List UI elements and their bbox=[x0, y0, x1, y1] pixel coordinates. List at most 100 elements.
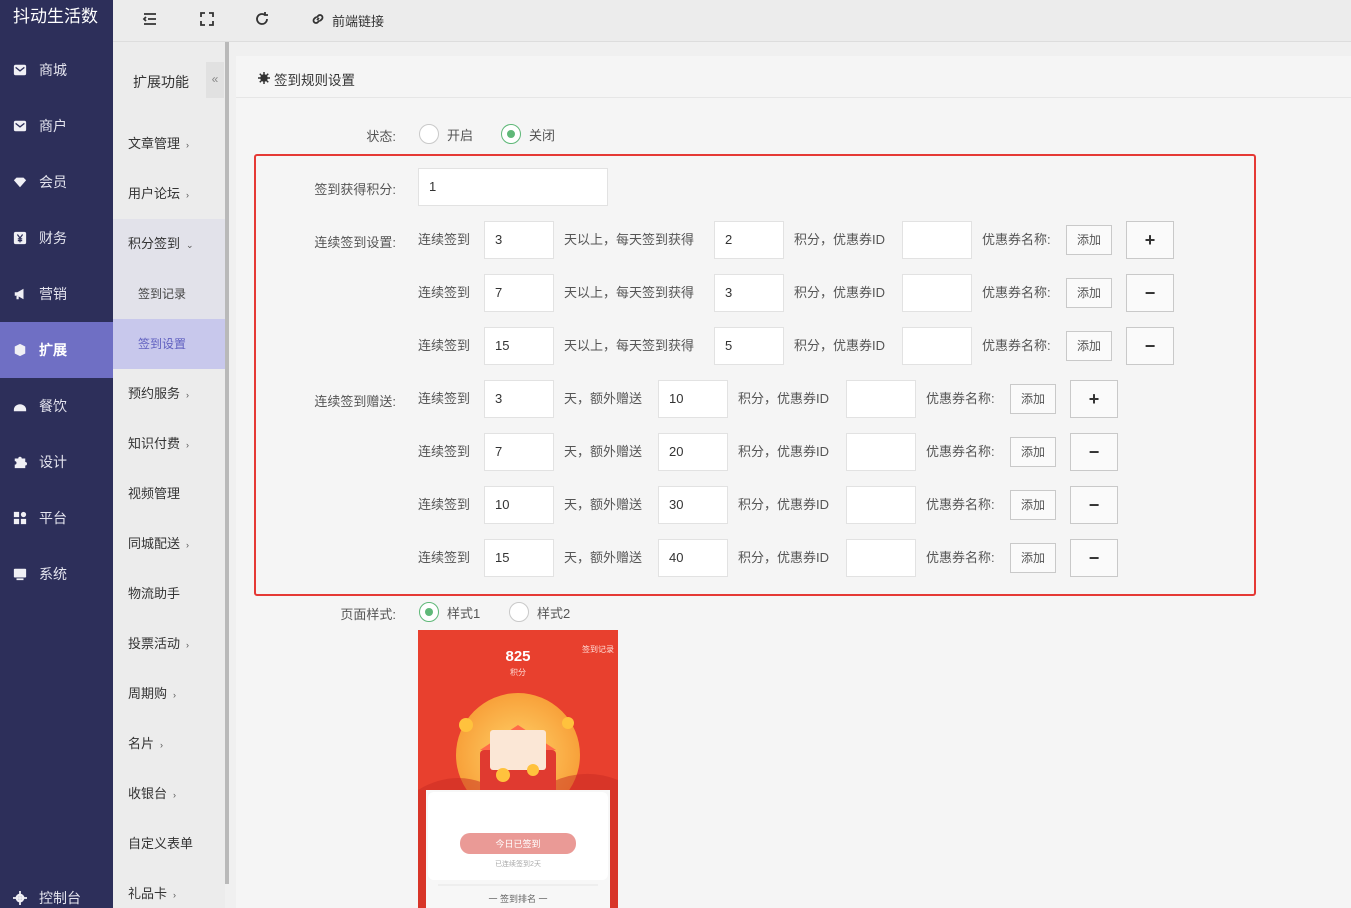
mail-icon bbox=[13, 119, 27, 133]
submenu-item-label: 礼品卡 bbox=[128, 886, 168, 901]
submenu-item-local-delivery[interactable]: 同城配送 › bbox=[113, 519, 225, 569]
submenu-item-label: 名片 bbox=[128, 736, 155, 751]
submenu-title: 扩展功能 bbox=[133, 74, 189, 90]
chevron-right-icon: › bbox=[186, 640, 190, 650]
sidebar-item-label: 设计 bbox=[39, 454, 67, 470]
sidebar-item-label: 商城 bbox=[39, 62, 67, 78]
sidebar-item-label: 营销 bbox=[39, 286, 67, 302]
submenu-item-booking[interactable]: 预约服务 › bbox=[113, 369, 225, 419]
submenu-item-cashier[interactable]: 收银台 › bbox=[113, 769, 225, 819]
gear-icon bbox=[258, 71, 274, 87]
submenu-item-label: 签到记录 bbox=[138, 287, 187, 301]
submenu-item-label: 同城配送 bbox=[128, 536, 181, 551]
sidebar-item-platform[interactable]: 平台 bbox=[0, 490, 113, 546]
chevron-right-icon: › bbox=[186, 390, 190, 400]
submenu-item-label: 投票活动 bbox=[128, 636, 181, 651]
submenu-item-business-card[interactable]: 名片 › bbox=[113, 719, 225, 769]
highlight-box bbox=[254, 154, 1256, 596]
submenu-item-voting[interactable]: 投票活动 › bbox=[113, 619, 225, 669]
chevron-right-icon: › bbox=[173, 690, 177, 700]
submenu-item-label: 周期购 bbox=[128, 686, 168, 701]
submenu-item-label: 用户论坛 bbox=[128, 186, 181, 201]
panel-title-text: 签到规则设置 bbox=[274, 73, 355, 88]
page-style-label: 页面样式: bbox=[340, 607, 396, 622]
radio-circle-checked bbox=[419, 602, 439, 622]
app-logo-title: 抖动生活数 bbox=[13, 7, 98, 26]
submenu-item-video[interactable]: 视频管理 bbox=[113, 469, 225, 519]
submenu-item-label: 视频管理 bbox=[128, 486, 181, 501]
sidebar-item-member[interactable]: 会员 bbox=[0, 154, 113, 210]
submenu-item-label: 签到设置 bbox=[138, 337, 187, 351]
sidebar-item-label: 商户 bbox=[39, 118, 67, 134]
submenu-item-label: 收银台 bbox=[128, 786, 168, 801]
chevron-right-icon: › bbox=[160, 740, 164, 750]
chevron-right-icon: › bbox=[186, 190, 190, 200]
diamond-icon bbox=[13, 175, 27, 189]
frontend-link-label: 前端链接 bbox=[332, 13, 385, 29]
sidebar-item-system[interactable]: 系统 bbox=[0, 546, 113, 602]
preview-days-text: 已连续签到2天 bbox=[495, 861, 541, 868]
sidebar-item-design[interactable]: 设计 bbox=[0, 434, 113, 490]
cube-icon bbox=[13, 343, 27, 357]
status-label: 状态: bbox=[366, 129, 396, 144]
submenu-item-points-signin[interactable]: 积分签到 ⌄ bbox=[113, 219, 225, 269]
status-radio-off[interactable]: 关闭 bbox=[501, 124, 555, 144]
panel-title: 签到规则设置 bbox=[258, 69, 355, 89]
puzzle-icon bbox=[13, 455, 27, 469]
submenu-item-label: 预约服务 bbox=[128, 386, 181, 401]
submenu-item-signin-settings[interactable]: 签到设置 bbox=[113, 319, 225, 369]
chevron-down-icon: ⌄ bbox=[186, 240, 194, 250]
submenu-item-signin-records[interactable]: 签到记录 bbox=[113, 269, 225, 319]
sidebar-item-mall[interactable]: 商城 bbox=[0, 42, 113, 98]
radio-label: 关闭 bbox=[529, 127, 556, 143]
refresh-button[interactable] bbox=[254, 10, 270, 30]
monitor-icon bbox=[13, 567, 27, 581]
submenu-scrollbar[interactable] bbox=[225, 42, 229, 884]
submenu-item-logistics[interactable]: 物流助手 bbox=[113, 569, 225, 619]
submenu-item-paid-knowledge[interactable]: 知识付费 › bbox=[113, 419, 225, 469]
chevron-right-icon: › bbox=[173, 790, 177, 800]
fullscreen-icon bbox=[199, 11, 215, 30]
submenu-item-label: 知识付费 bbox=[128, 436, 181, 451]
menu-toggle-button[interactable] bbox=[142, 10, 158, 30]
radio-circle bbox=[509, 602, 529, 622]
frontend-link-button[interactable]: 前端链接 bbox=[310, 10, 384, 30]
fullscreen-button[interactable] bbox=[199, 10, 215, 30]
preview-ranking: 一 签到排名 一 bbox=[488, 894, 548, 904]
sidebar-item-label: 餐饮 bbox=[39, 398, 67, 414]
status-radio-on[interactable]: 开启 bbox=[419, 124, 473, 144]
panel-header: 签到规则设置 bbox=[236, 56, 1351, 98]
submenu-item-label: 积分签到 bbox=[128, 236, 181, 251]
chevron-right-icon: › bbox=[173, 890, 177, 900]
submenu-item-custom-form[interactable]: 自定义表单 bbox=[113, 819, 225, 869]
radio-label: 样式1 bbox=[447, 605, 481, 621]
submenu-item-subscription[interactable]: 周期购 › bbox=[113, 669, 225, 719]
preview-sign-button: 今日已签到 bbox=[495, 839, 541, 849]
submenu-item-forum[interactable]: 用户论坛 › bbox=[113, 169, 225, 219]
sidebar-item-catering[interactable]: 餐饮 bbox=[0, 378, 113, 434]
sidebar-item-label: 控制台 bbox=[39, 890, 81, 906]
submenu-item-articles[interactable]: 文章管理 › bbox=[113, 119, 225, 169]
radio-label: 开启 bbox=[447, 127, 474, 143]
sidebar-item-merchant[interactable]: 商户 bbox=[0, 98, 113, 154]
style-preview-image[interactable]: 825 积分 签到记录 今日已签到 已连续签到2天 一 签到排名 一 bbox=[418, 630, 618, 908]
sidebar-item-marketing[interactable]: 营销 bbox=[0, 266, 113, 322]
yen-icon bbox=[13, 231, 27, 245]
sidebar-item-finance[interactable]: 财务 bbox=[0, 210, 113, 266]
sidebar-item-console[interactable]: 控制台 bbox=[0, 870, 113, 908]
top-toolbar: 前端链接 bbox=[113, 0, 1351, 42]
sidebar-item-label: 财务 bbox=[39, 230, 67, 246]
main-sidebar: 抖动生活数 商城 商户 会员 财务 营销 扩展 餐饮 设计 平台 系统 控制台 bbox=[0, 0, 113, 908]
chevron-right-icon: › bbox=[186, 540, 190, 550]
mail-icon bbox=[13, 63, 27, 77]
sidebar-item-extension[interactable]: 扩展 bbox=[0, 322, 113, 378]
radio-circle-checked bbox=[501, 124, 521, 144]
style-radio-1[interactable]: 样式1 bbox=[419, 602, 480, 622]
submenu-item-gift-card[interactable]: 礼品卡 › bbox=[113, 869, 225, 908]
radio-circle bbox=[419, 124, 439, 144]
style-radio-2[interactable]: 样式2 bbox=[509, 602, 570, 622]
gear-icon bbox=[13, 891, 27, 905]
collapse-submenu-button[interactable]: « bbox=[206, 62, 224, 98]
sidebar-item-label: 系统 bbox=[39, 566, 67, 582]
submenu-item-label: 文章管理 bbox=[128, 136, 181, 151]
